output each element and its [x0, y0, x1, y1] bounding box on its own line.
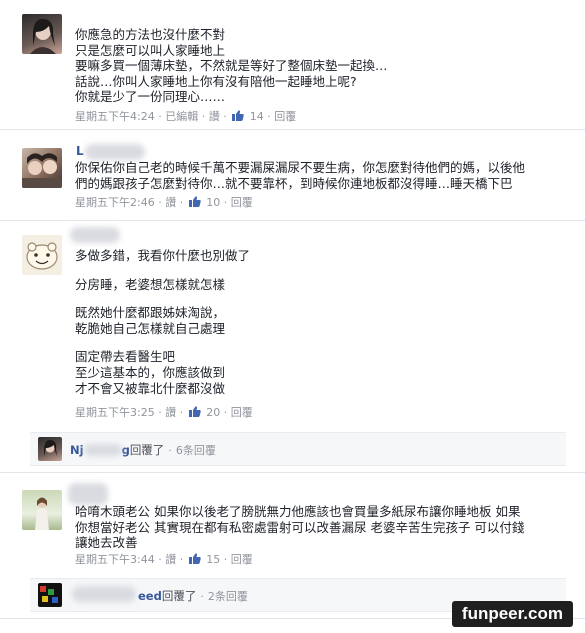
avatar[interactable] — [22, 490, 62, 530]
reply-avatar — [38, 437, 62, 461]
reply-link[interactable]: 回覆 — [231, 551, 253, 567]
like-link[interactable]: 讚 — [165, 194, 176, 210]
reply-summary-text[interactable]: Nj g回覆了 · 6条回覆 — [70, 442, 216, 458]
comment-line-blank — [75, 292, 250, 305]
separator: · — [201, 110, 206, 123]
replier-name-blurred[interactable] — [83, 444, 122, 456]
commenter-name-blurred[interactable] — [85, 144, 145, 160]
separator: · — [179, 406, 184, 419]
separator: · — [158, 110, 162, 123]
comment-line: 話說…你叫人家睡地上你有沒有陪他一起睡地上呢? — [75, 73, 357, 89]
replier-name-blurred[interactable] — [72, 586, 136, 602]
comment-meta: 星期五下午2:46 · 讚 · 10 · 回覆 — [75, 194, 253, 210]
reply-summary-text[interactable]: eed回覆了 · 2条回覆 — [138, 588, 248, 604]
watermark: funpeer.com — [451, 601, 573, 627]
avatar[interactable] — [22, 14, 62, 54]
avatar[interactable] — [22, 235, 62, 275]
thumbs-up-icon[interactable] — [188, 406, 201, 417]
comment-line: 固定帶去看醫生吧 — [75, 349, 176, 365]
separator: · — [168, 444, 172, 457]
comment-line: 你應急的方法也沒什麼不對 — [75, 27, 226, 42]
like-count[interactable]: 15 — [206, 553, 220, 566]
like-link[interactable]: 讚 — [165, 551, 176, 567]
separator: · — [158, 196, 162, 209]
separator: · — [200, 590, 204, 603]
reply-link[interactable]: 回覆 — [231, 194, 253, 210]
thumbs-up-icon[interactable] — [188, 196, 201, 207]
like-count[interactable]: 20 — [206, 406, 220, 419]
avatar-photo-icon — [35, 497, 49, 530]
comment-line: 至少這基本的，你應該做到 — [75, 364, 226, 380]
comment-line: 哈唷木頭老公 如果你以後老了膀胱無力他應該也會買量多紙尿布讓你睡地板 如果 — [75, 504, 521, 519]
like-count[interactable]: 10 — [206, 196, 220, 209]
comment-meta: 星期五下午3:25 · 讚 · 20 · 回覆 — [75, 404, 253, 420]
separator: · — [223, 553, 228, 566]
reply-avatar — [38, 583, 62, 607]
comment-line: 你保佑你自己老的時候千萬不要漏屎漏尿不要生病，你怎麼對待他們的媽，以後他 — [75, 160, 526, 175]
comment-body: 多做多錯，我看你什麼也別做了 分房睡，老婆想怎樣就怎樣 既然她什麼都跟姊妹淘說，… — [75, 248, 250, 396]
reply-count[interactable]: 6条回覆 — [176, 444, 216, 457]
comment-line: 乾脆她自己怎樣就自己處理 — [75, 320, 226, 336]
replied-label: 回覆了 — [129, 443, 165, 457]
comment-line: 只是怎麼可以叫人家睡地上 — [75, 42, 226, 58]
comment-line: 要嘛多買一個薄床墊，不然就是等好了整個床墊一起換… — [75, 58, 388, 74]
replies-summary[interactable]: Nj g回覆了 · 6条回覆 — [30, 432, 566, 466]
comment-meta: 星期五下午4:24 · 已編輯 · 讚 · 14 · 回覆 — [75, 108, 296, 124]
comment-line: 分房睡，老婆想怎樣就怎樣 — [75, 276, 226, 292]
comment-line: 們的媽跟孩子怎麼對待你…就不要靠杯，到時候你連地板都沒得睡…睡天橋下巴 — [75, 175, 513, 191]
timestamp[interactable]: 星期五下午3:44 — [75, 551, 155, 567]
commenter-name-blurred[interactable] — [68, 483, 108, 505]
comment-line: 多做多錯，我看你什麼也別做了 — [75, 248, 251, 263]
replier-name-tail[interactable]: g — [122, 443, 130, 457]
avatar-photo-icon — [44, 439, 57, 456]
cartoon-avatar-icon — [26, 242, 58, 270]
like-link[interactable]: 讚 — [209, 108, 220, 124]
comment-line: 你想當好老公 其實現在都有私密處雷射可以改善漏尿 老婆辛苦生完孩子 可以付錢 — [75, 519, 525, 535]
comment-body: 哈唷木頭老公 如果你以後老了膀胱無力他應該也會買量多紙尿布讓你睡地板 如果 你想… — [75, 504, 524, 551]
comment-1: 你應急的方法也沒什麼不對 只是怎麼可以叫人家睡地上 要嘛多買一個薄床墊，不然就是… — [0, 0, 585, 126]
comment-body: 你保佑你自己老的時候千萬不要漏屎漏尿不要生病，你怎麼對待他們的媽，以後他 們的媽… — [75, 160, 525, 191]
timestamp[interactable]: 星期五下午3:25 — [75, 404, 155, 420]
commenter-name-blurred[interactable] — [70, 227, 120, 243]
thumbs-up-icon[interactable] — [188, 553, 201, 564]
separator: · — [223, 110, 227, 123]
comment-3: 多做多錯，我看你什麼也別做了 分房睡，老婆想怎樣就怎樣 既然她什麼都跟姊妹淘說，… — [0, 221, 585, 426]
avatar-photo-icon — [30, 18, 56, 54]
separator: · — [179, 196, 184, 209]
replier-name-tail[interactable]: eed — [138, 589, 162, 603]
comment-2: L 你保佑你自己老的時候千萬不要漏屎漏尿不要生病，你怎麼對待他們的媽，以後他 們… — [0, 130, 585, 216]
comment-line-blank — [75, 336, 250, 349]
comment-line-blank — [75, 264, 250, 277]
separator: · — [158, 553, 162, 566]
separator: · — [223, 406, 228, 419]
separator: · — [267, 110, 271, 123]
reply-count[interactable]: 2条回覆 — [208, 590, 248, 603]
reply-link[interactable]: 回覆 — [231, 404, 253, 420]
thumbs-up-icon[interactable] — [232, 110, 244, 121]
comment-line: 你就是少了一份同理心…… — [75, 89, 226, 105]
commenter-name[interactable]: L — [76, 144, 84, 158]
timestamp[interactable]: 星期五下午4:24 — [75, 108, 155, 124]
like-link[interactable]: 讚 — [165, 404, 176, 420]
separator: · — [158, 406, 162, 419]
like-count[interactable]: 14 — [250, 110, 264, 123]
comment-meta: 星期五下午3:44 · 讚 · 15 · 回覆 — [75, 551, 253, 567]
edited-label[interactable]: 已編輯 — [165, 108, 198, 124]
replied-label: 回覆了 — [161, 589, 197, 603]
comment-line: 讓她去改善 — [75, 535, 138, 551]
timestamp[interactable]: 星期五下午2:46 — [75, 194, 155, 210]
comment-line: 才不會又被靠北什麼都沒做 — [75, 380, 226, 396]
separator: · — [179, 553, 184, 566]
replier-name[interactable]: Nj — [70, 443, 84, 457]
avatar-photo-icon — [22, 153, 62, 188]
commenter-name-fragment[interactable]: L — [76, 144, 84, 158]
comment-body: 你應急的方法也沒什麼不對 只是怎麼可以叫人家睡地上 要嘛多買一個薄床墊，不然就是… — [75, 27, 388, 105]
comment-4: 哈唷木頭老公 如果你以後老了膀胱無力他應該也會買量多紙尿布讓你睡地板 如果 你想… — [0, 473, 585, 573]
avatar-photo-icon — [40, 586, 58, 603]
separator: · — [223, 196, 228, 209]
reply-link[interactable]: 回覆 — [274, 108, 296, 124]
comment-line: 既然她什麼都跟姊妹淘說， — [75, 305, 226, 321]
avatar[interactable] — [22, 148, 62, 188]
